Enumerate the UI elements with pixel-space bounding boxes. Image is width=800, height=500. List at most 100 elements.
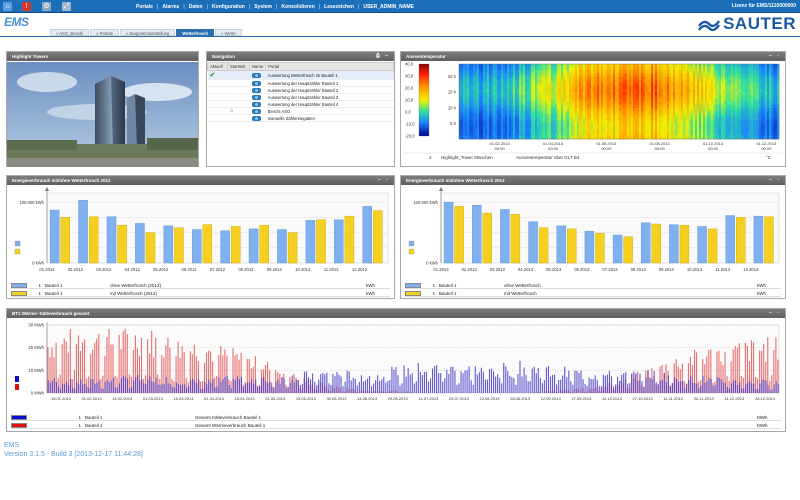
heatmap-cell bbox=[651, 114, 654, 118]
menu-system[interactable]: System bbox=[250, 4, 276, 10]
heatmap-cell bbox=[545, 107, 548, 112]
heatmap-cell bbox=[465, 82, 468, 87]
home-icon[interactable]: ⌂ bbox=[3, 2, 12, 11]
panel-controls[interactable]: – ▫ bbox=[378, 176, 390, 185]
bar-cool bbox=[436, 365, 438, 393]
portal-name[interactable]: Auswertung der Hauptzähler Bauteil 1 bbox=[265, 79, 394, 87]
heatmap-cell bbox=[541, 73, 544, 77]
heatmap-cell bbox=[567, 101, 570, 105]
column-header[interactable]: Aktuell bbox=[207, 62, 228, 71]
portal-name[interactable]: Auswertung der Hauptzähler Bauteil 2 bbox=[265, 86, 394, 94]
menu-konsolidieren[interactable]: Konsolidieren bbox=[277, 4, 318, 10]
breadcrumb-item[interactable]: « Diagrammdarstellung bbox=[120, 29, 176, 36]
heatmap-cell bbox=[589, 73, 592, 77]
heatmap-cell bbox=[547, 70, 550, 74]
heatmap-cell bbox=[747, 67, 750, 71]
heatmap-cell bbox=[499, 73, 502, 77]
heatmap-cell bbox=[539, 117, 542, 121]
menu-user[interactable]: USER_ADMIN_NAME bbox=[359, 4, 418, 10]
heatmap-cell bbox=[649, 67, 652, 71]
heatmap-cell bbox=[643, 114, 646, 118]
x-tick-label: 14.02.2013 bbox=[112, 396, 133, 401]
y-tick-label: 5 h bbox=[450, 121, 456, 126]
heatmap-cell bbox=[553, 123, 556, 127]
heatmap-cell bbox=[755, 64, 758, 68]
menu-alarms[interactable]: Alarms bbox=[158, 4, 183, 10]
heatmap-cell bbox=[607, 101, 610, 105]
heatmap-cell bbox=[527, 98, 530, 102]
heatmap-cell bbox=[637, 85, 640, 90]
table-row[interactable]: Auswertung der Hauptzähler Bauteil 1 bbox=[207, 79, 394, 87]
bar-cool bbox=[143, 383, 145, 393]
heatmap-cell bbox=[711, 117, 714, 121]
table-row[interactable]: Auswertung der Hauptzähler Bauteil 4 bbox=[207, 100, 394, 108]
heatmap-cell bbox=[719, 73, 722, 77]
breadcrumb-item-active[interactable]: Wetterfrosch bbox=[176, 29, 215, 36]
bar-without-wetterfrosch bbox=[277, 229, 287, 264]
heatmap-cell bbox=[643, 79, 646, 84]
settings-icon[interactable]: ⚙ bbox=[42, 2, 51, 11]
panel-controls[interactable]: – ▫ bbox=[769, 176, 781, 185]
heatmap-cell bbox=[771, 92, 774, 96]
table-row[interactable]: Auswertung der Hauptzähler Bauteil 2 bbox=[207, 86, 394, 94]
bar-cool bbox=[352, 377, 354, 393]
heatmap-cell bbox=[723, 114, 726, 118]
portal-name[interactable]: Auswertung der Hauptzähler Bauteil 4 bbox=[265, 100, 394, 108]
panel-controls[interactable]: – ▫ bbox=[769, 309, 781, 318]
portal-name[interactable]: Auswertung Wetterfrosch im Bauteil 1 bbox=[265, 70, 394, 80]
heatmap-cell bbox=[487, 98, 490, 102]
heatmap-cell bbox=[587, 129, 590, 134]
heatmap-cell bbox=[703, 67, 706, 71]
heatmap-cell bbox=[627, 101, 630, 105]
heatmap-cell bbox=[737, 67, 740, 71]
menu-konfiguration[interactable]: Konfiguration bbox=[208, 4, 249, 10]
heatmap-cell bbox=[561, 95, 564, 99]
column-header[interactable]: Portal bbox=[265, 62, 394, 71]
menu-daten[interactable]: Daten bbox=[185, 4, 207, 10]
breadcrumb-item[interactable]: « Portale bbox=[90, 29, 120, 36]
heatmap-cell bbox=[477, 67, 480, 71]
heatmap-cell bbox=[705, 89, 708, 93]
table-row[interactable]: manuelle Zählereingaben bbox=[207, 114, 394, 122]
heatmap-cell bbox=[723, 64, 726, 68]
heatmap-cell bbox=[757, 129, 760, 134]
heatmap-cell bbox=[595, 110, 598, 115]
heatmap-cell bbox=[499, 120, 502, 124]
fullscreen-icon[interactable]: ⤢ bbox=[62, 2, 71, 11]
breadcrumb-item[interactable]: « ASG_Benchi bbox=[50, 29, 90, 36]
portal-name[interactable]: Auswertung der Hauptzähler Bauteil 3 bbox=[265, 93, 394, 101]
panel-controls[interactable]: – ▫ bbox=[769, 52, 781, 61]
heatmap-cell bbox=[733, 135, 736, 140]
heatmap-cell bbox=[715, 117, 718, 121]
portal-name[interactable]: manuelle Zählereingaben bbox=[265, 114, 394, 122]
heatmap-cell bbox=[495, 114, 498, 118]
alarm-icon[interactable]: ! bbox=[22, 2, 31, 11]
heatmap-cell bbox=[501, 110, 504, 115]
table-row[interactable]: ✔ Auswertung Wetterfrosch im Bauteil 1 bbox=[207, 70, 394, 80]
heatmap-cell bbox=[597, 67, 600, 71]
panel-controls[interactable]: ⎙ – bbox=[376, 52, 390, 61]
table-row[interactable]: Auswertung der Hauptzähler Bauteil 3 bbox=[207, 93, 394, 101]
menu-portale[interactable]: Portale bbox=[132, 4, 157, 10]
breadcrumb-item[interactable]: « Werte bbox=[215, 29, 242, 36]
heatmap-cell bbox=[731, 129, 734, 134]
column-header[interactable]: Name bbox=[248, 62, 267, 71]
heatmap-cell bbox=[739, 132, 742, 137]
heatmap-cell bbox=[693, 104, 696, 109]
bar-cool bbox=[181, 384, 184, 393]
heatmap-cell bbox=[625, 120, 628, 124]
heatmap-cell bbox=[769, 129, 772, 134]
heatmap-cell bbox=[719, 76, 722, 80]
heatmap-cell bbox=[481, 67, 484, 71]
table-row[interactable]: ⌂ Benchi ASG bbox=[207, 107, 394, 115]
heatmap-cell bbox=[597, 73, 600, 77]
heatmap-cell bbox=[599, 117, 602, 121]
heatmap-cell bbox=[775, 126, 778, 130]
portal-name[interactable]: Benchi ASG bbox=[265, 107, 394, 115]
heatmap-cell bbox=[475, 79, 478, 84]
heatmap-cell bbox=[685, 129, 688, 134]
menu-lesezeichen[interactable]: Lesezeichen bbox=[320, 4, 358, 10]
heatmap-cell bbox=[725, 114, 728, 118]
bar-cool bbox=[139, 380, 141, 393]
column-header[interactable]: Startseit bbox=[227, 62, 250, 71]
